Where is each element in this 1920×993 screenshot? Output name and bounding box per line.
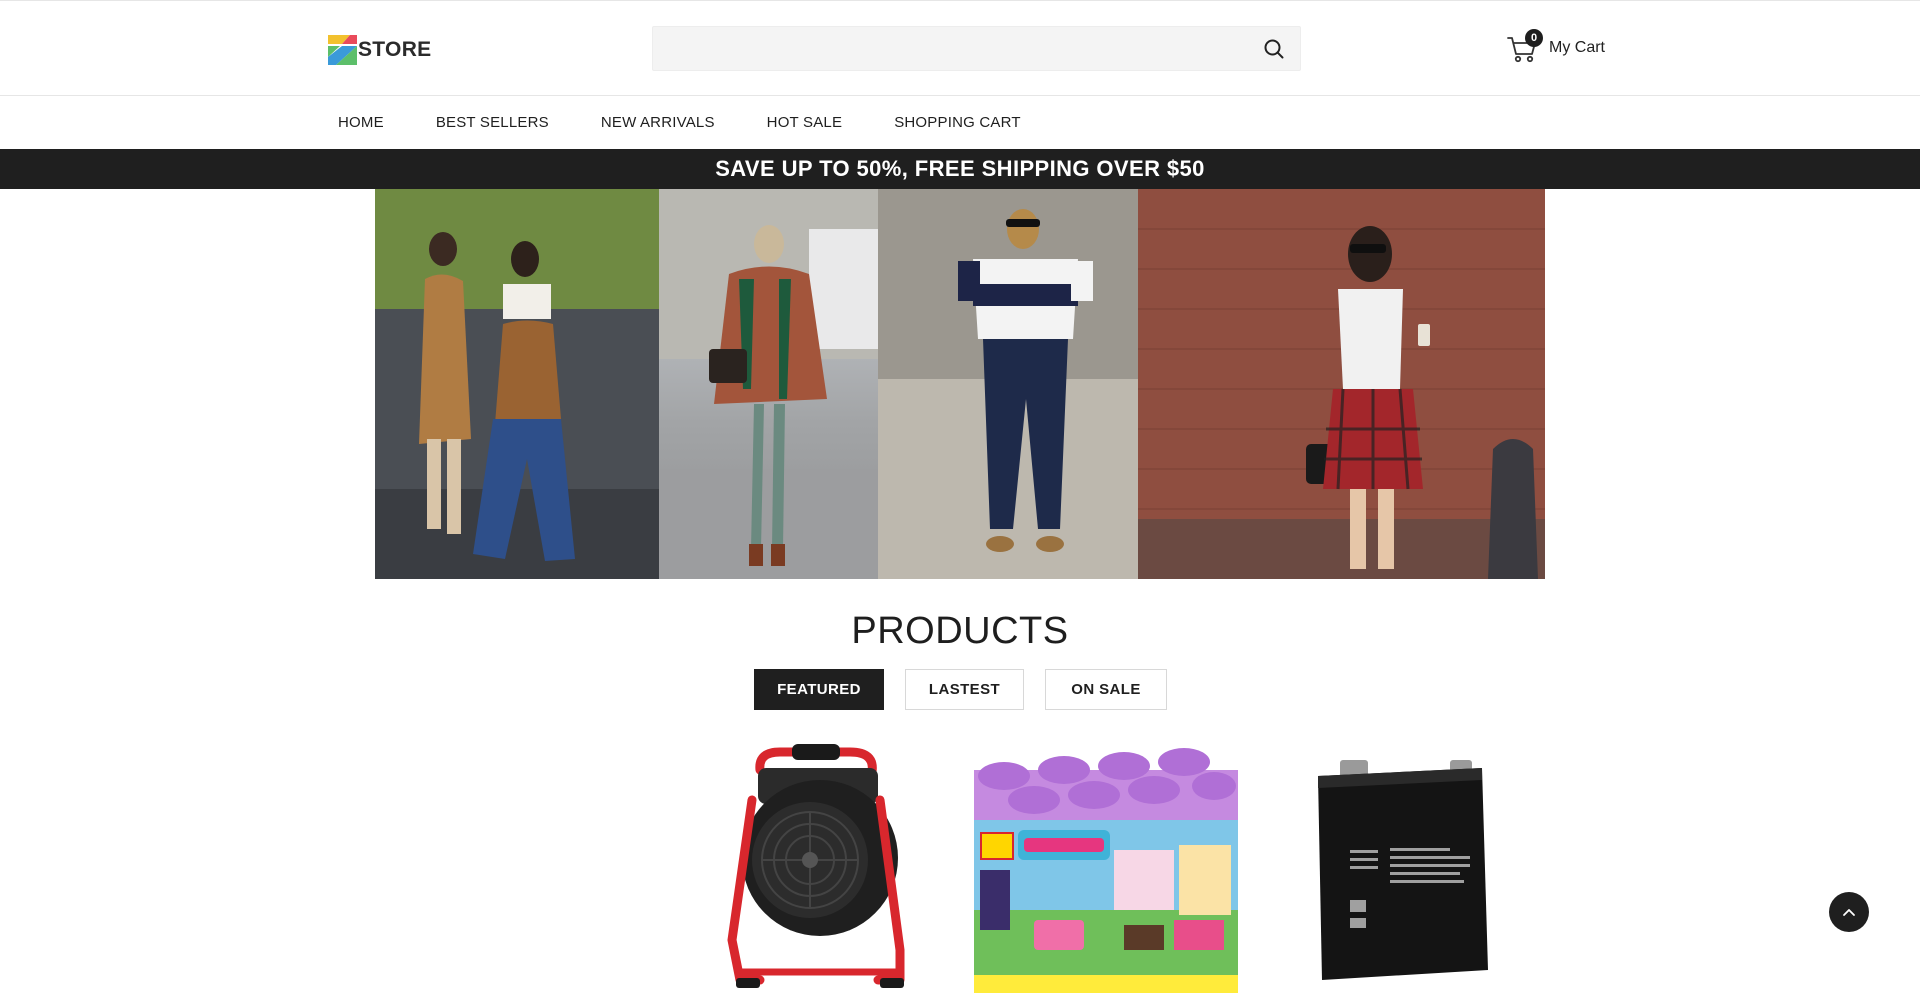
- banner-photo-2: [659, 189, 878, 579]
- cart-button[interactable]: 0 My Cart: [1506, 29, 1605, 65]
- back-to-top-button[interactable]: [1829, 892, 1869, 932]
- search-button[interactable]: [1262, 37, 1286, 61]
- tab-on-sale[interactable]: ON SALE: [1045, 669, 1167, 710]
- cart-count-badge: 0: [1525, 29, 1543, 47]
- search-bar: [652, 26, 1301, 71]
- product-card-battery[interactable]: [1300, 740, 1500, 993]
- product-card-lego[interactable]: [974, 740, 1238, 993]
- site-header: STORE 0 My Cart: [0, 0, 1920, 96]
- hero-banner[interactable]: [375, 189, 1545, 579]
- products-tabs: FEATURED LASTEST ON SALE: [754, 669, 1188, 710]
- cart-icon-wrap: 0: [1506, 29, 1543, 64]
- product-image-heater: [727, 744, 905, 988]
- nav-item-best-sellers[interactable]: BEST SELLERS: [436, 114, 549, 131]
- banner-photo-1: [375, 189, 659, 579]
- cart-label: My Cart: [1549, 39, 1605, 56]
- product-card-heater[interactable]: [700, 740, 930, 993]
- nav-item-new-arrivals[interactable]: NEW ARRIVALS: [601, 114, 715, 131]
- nav-item-home[interactable]: HOME: [338, 114, 384, 131]
- search-input[interactable]: [653, 27, 1243, 70]
- banner-photo-4: [1138, 189, 1545, 579]
- search-icon: [1264, 39, 1284, 59]
- chevron-up-icon: [1843, 909, 1855, 916]
- promo-banner: SAVE UP TO 50%, FREE SHIPPING OVER $50: [0, 149, 1920, 189]
- tab-lastest[interactable]: LASTEST: [905, 669, 1024, 710]
- store-logo[interactable]: STORE: [328, 35, 431, 65]
- product-image-battery: [1318, 760, 1488, 980]
- nav-item-hot-sale[interactable]: HOT SALE: [767, 114, 843, 131]
- logo-text: STORE: [358, 38, 432, 61]
- product-image-lego: [974, 748, 1238, 993]
- logo-mark-icon: [328, 35, 357, 65]
- nav-item-shopping-cart[interactable]: SHOPPING CART: [894, 114, 1021, 131]
- tab-featured[interactable]: FEATURED: [754, 669, 884, 710]
- products-title: PRODUCTS: [851, 610, 1069, 652]
- banner-photo-3: [878, 189, 1138, 579]
- main-nav: HOME BEST SELLERS NEW ARRIVALS HOT SALE …: [0, 96, 1920, 149]
